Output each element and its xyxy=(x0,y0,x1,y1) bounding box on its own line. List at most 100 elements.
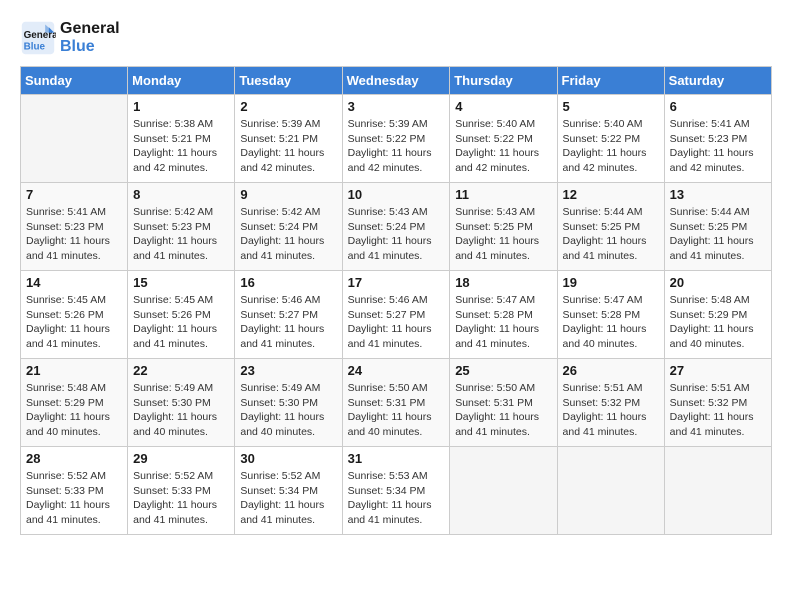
calendar-body: 1 Sunrise: 5:38 AM Sunset: 5:21 PM Daylig… xyxy=(21,95,772,535)
weekday-header: Friday xyxy=(557,67,664,95)
day-info: Sunrise: 5:41 AM Sunset: 5:23 PM Dayligh… xyxy=(670,117,766,176)
calendar-week-row: 28 Sunrise: 5:52 AM Sunset: 5:33 PM Dayli… xyxy=(21,447,772,535)
calendar-week-row: 21Sunrise: 5:48 AM Sunset: 5:29 PM Dayli… xyxy=(21,359,772,447)
day-number: 15 xyxy=(133,275,229,290)
logo: General Blue General Blue xyxy=(20,20,120,56)
calendar-cell: 14Sunrise: 5:45 AM Sunset: 5:26 PM Dayli… xyxy=(21,271,128,359)
calendar-cell: 16 Sunrise: 5:46 AM Sunset: 5:27 PM Dayli… xyxy=(235,271,342,359)
day-info: Sunrise: 5:43 AM Sunset: 5:24 PM Dayligh… xyxy=(348,205,445,264)
day-info: Sunrise: 5:52 AM Sunset: 5:33 PM Dayligh… xyxy=(26,469,122,528)
svg-text:Blue: Blue xyxy=(24,42,46,53)
weekday-header: Wednesday xyxy=(342,67,450,95)
day-number: 10 xyxy=(348,187,445,202)
day-number: 4 xyxy=(455,99,551,114)
calendar-cell: 27Sunrise: 5:51 AM Sunset: 5:32 PM Dayli… xyxy=(664,359,771,447)
calendar-cell: 23Sunrise: 5:49 AM Sunset: 5:30 PM Dayli… xyxy=(235,359,342,447)
day-info: Sunrise: 5:53 AM Sunset: 5:34 PM Dayligh… xyxy=(348,469,445,528)
calendar-cell: 28 Sunrise: 5:52 AM Sunset: 5:33 PM Dayli… xyxy=(21,447,128,535)
logo-icon: General Blue xyxy=(20,20,56,56)
day-number: 25 xyxy=(455,363,551,378)
calendar-cell: 13 Sunrise: 5:44 AM Sunset: 5:25 PM Dayli… xyxy=(664,183,771,271)
day-info: Sunrise: 5:52 AM Sunset: 5:34 PM Dayligh… xyxy=(240,469,336,528)
day-number: 19 xyxy=(563,275,659,290)
day-number: 29 xyxy=(133,451,229,466)
calendar-cell: 2Sunrise: 5:39 AM Sunset: 5:21 PM Daylig… xyxy=(235,95,342,183)
day-number: 12 xyxy=(563,187,659,202)
calendar-cell: 4 Sunrise: 5:40 AM Sunset: 5:22 PM Daylig… xyxy=(450,95,557,183)
day-info: Sunrise: 5:42 AM Sunset: 5:24 PM Dayligh… xyxy=(240,205,336,264)
day-number: 5 xyxy=(563,99,659,114)
day-number: 24 xyxy=(348,363,445,378)
day-info: Sunrise: 5:49 AM Sunset: 5:30 PM Dayligh… xyxy=(133,381,229,440)
day-info: Sunrise: 5:50 AM Sunset: 5:31 PM Dayligh… xyxy=(455,381,551,440)
day-info: Sunrise: 5:51 AM Sunset: 5:32 PM Dayligh… xyxy=(563,381,659,440)
day-info: Sunrise: 5:46 AM Sunset: 5:27 PM Dayligh… xyxy=(240,293,336,352)
day-number: 23 xyxy=(240,363,336,378)
day-number: 31 xyxy=(348,451,445,466)
calendar-cell: 24 Sunrise: 5:50 AM Sunset: 5:31 PM Dayli… xyxy=(342,359,450,447)
day-number: 16 xyxy=(240,275,336,290)
logo-text-line1: General xyxy=(60,20,120,38)
day-info: Sunrise: 5:42 AM Sunset: 5:23 PM Dayligh… xyxy=(133,205,229,264)
weekday-header: Saturday xyxy=(664,67,771,95)
weekday-header: Thursday xyxy=(450,67,557,95)
page-header: General Blue General Blue xyxy=(20,20,772,56)
calendar-week-row: 1 Sunrise: 5:38 AM Sunset: 5:21 PM Daylig… xyxy=(21,95,772,183)
day-info: Sunrise: 5:40 AM Sunset: 5:22 PM Dayligh… xyxy=(563,117,659,176)
weekday-header: Sunday xyxy=(21,67,128,95)
calendar-cell xyxy=(664,447,771,535)
day-number: 28 xyxy=(26,451,122,466)
calendar-cell: 9 Sunrise: 5:42 AM Sunset: 5:24 PM Daylig… xyxy=(235,183,342,271)
day-info: Sunrise: 5:51 AM Sunset: 5:32 PM Dayligh… xyxy=(670,381,766,440)
calendar-cell: 10 Sunrise: 5:43 AM Sunset: 5:24 PM Dayli… xyxy=(342,183,450,271)
day-number: 9 xyxy=(240,187,336,202)
calendar-cell: 21Sunrise: 5:48 AM Sunset: 5:29 PM Dayli… xyxy=(21,359,128,447)
calendar-cell xyxy=(21,95,128,183)
calendar-cell: 26Sunrise: 5:51 AM Sunset: 5:32 PM Dayli… xyxy=(557,359,664,447)
calendar-cell xyxy=(557,447,664,535)
calendar-week-row: 7 Sunrise: 5:41 AM Sunset: 5:23 PM Daylig… xyxy=(21,183,772,271)
calendar-cell: 3Sunrise: 5:39 AM Sunset: 5:22 PM Daylig… xyxy=(342,95,450,183)
calendar-header: SundayMondayTuesdayWednesdayThursdayFrid… xyxy=(21,67,772,95)
calendar-cell: 5 Sunrise: 5:40 AM Sunset: 5:22 PM Daylig… xyxy=(557,95,664,183)
calendar-cell: 6 Sunrise: 5:41 AM Sunset: 5:23 PM Daylig… xyxy=(664,95,771,183)
calendar-week-row: 14Sunrise: 5:45 AM Sunset: 5:26 PM Dayli… xyxy=(21,271,772,359)
day-info: Sunrise: 5:44 AM Sunset: 5:25 PM Dayligh… xyxy=(563,205,659,264)
calendar-table: SundayMondayTuesdayWednesdayThursdayFrid… xyxy=(20,66,772,535)
calendar-cell: 19 Sunrise: 5:47 AM Sunset: 5:28 PM Dayli… xyxy=(557,271,664,359)
calendar-cell: 8 Sunrise: 5:42 AM Sunset: 5:23 PM Daylig… xyxy=(128,183,235,271)
day-info: Sunrise: 5:48 AM Sunset: 5:29 PM Dayligh… xyxy=(670,293,766,352)
day-info: Sunrise: 5:50 AM Sunset: 5:31 PM Dayligh… xyxy=(348,381,445,440)
calendar-cell: 15 Sunrise: 5:45 AM Sunset: 5:26 PM Dayli… xyxy=(128,271,235,359)
day-info: Sunrise: 5:41 AM Sunset: 5:23 PM Dayligh… xyxy=(26,205,122,264)
calendar-cell: 1 Sunrise: 5:38 AM Sunset: 5:21 PM Daylig… xyxy=(128,95,235,183)
calendar-cell: 17Sunrise: 5:46 AM Sunset: 5:27 PM Dayli… xyxy=(342,271,450,359)
calendar-cell: 18Sunrise: 5:47 AM Sunset: 5:28 PM Dayli… xyxy=(450,271,557,359)
calendar-cell: 20Sunrise: 5:48 AM Sunset: 5:29 PM Dayli… xyxy=(664,271,771,359)
day-number: 7 xyxy=(26,187,122,202)
logo-text-line2: Blue xyxy=(60,38,120,56)
day-info: Sunrise: 5:44 AM Sunset: 5:25 PM Dayligh… xyxy=(670,205,766,264)
calendar-cell: 22 Sunrise: 5:49 AM Sunset: 5:30 PM Dayli… xyxy=(128,359,235,447)
day-number: 13 xyxy=(670,187,766,202)
weekday-header: Monday xyxy=(128,67,235,95)
weekday-header: Tuesday xyxy=(235,67,342,95)
day-info: Sunrise: 5:38 AM Sunset: 5:21 PM Dayligh… xyxy=(133,117,229,176)
day-info: Sunrise: 5:39 AM Sunset: 5:21 PM Dayligh… xyxy=(240,117,336,176)
calendar-cell: 12 Sunrise: 5:44 AM Sunset: 5:25 PM Dayli… xyxy=(557,183,664,271)
day-info: Sunrise: 5:45 AM Sunset: 5:26 PM Dayligh… xyxy=(133,293,229,352)
day-number: 3 xyxy=(348,99,445,114)
day-number: 6 xyxy=(670,99,766,114)
day-info: Sunrise: 5:40 AM Sunset: 5:22 PM Dayligh… xyxy=(455,117,551,176)
day-number: 22 xyxy=(133,363,229,378)
day-number: 8 xyxy=(133,187,229,202)
day-info: Sunrise: 5:43 AM Sunset: 5:25 PM Dayligh… xyxy=(455,205,551,264)
day-number: 30 xyxy=(240,451,336,466)
calendar-cell: 25 Sunrise: 5:50 AM Sunset: 5:31 PM Dayli… xyxy=(450,359,557,447)
calendar-cell: 30 Sunrise: 5:52 AM Sunset: 5:34 PM Dayli… xyxy=(235,447,342,535)
calendar-cell xyxy=(450,447,557,535)
day-number: 18 xyxy=(455,275,551,290)
day-info: Sunrise: 5:47 AM Sunset: 5:28 PM Dayligh… xyxy=(563,293,659,352)
day-number: 17 xyxy=(348,275,445,290)
day-number: 1 xyxy=(133,99,229,114)
